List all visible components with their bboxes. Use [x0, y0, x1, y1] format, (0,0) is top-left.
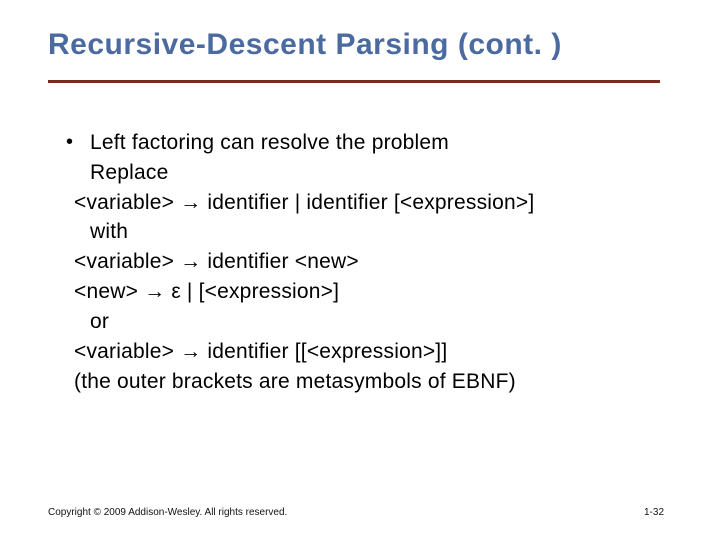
bullet-text: Left factoring can resolve the problem — [90, 131, 449, 154]
slide: { "title": "Recursive-Descent Parsing (c… — [0, 0, 720, 540]
bullet-item: Left factoring can resolve the problem — [66, 128, 660, 158]
line-replace: Replace — [66, 158, 660, 188]
line-rule3: <new> → ε | [<expression>] — [66, 277, 660, 307]
line-rule1: <variable> → identifier | identifier [<e… — [66, 188, 660, 218]
line-with: with — [66, 217, 660, 247]
line-rule4: <variable> → identifier [[<expression>]] — [66, 337, 660, 367]
title-underline — [48, 80, 660, 83]
slide-body: Left factoring can resolve the problem R… — [66, 128, 660, 396]
line-or: or — [66, 307, 660, 337]
page-number: 1-32 — [644, 507, 664, 518]
line-note: (the outer brackets are metasymbols of E… — [66, 367, 660, 397]
copyright-footer: Copyright © 2009 Addison-Wesley. All rig… — [48, 507, 287, 518]
slide-title: Recursive-Descent Parsing (cont. ) — [48, 28, 672, 62]
line-rule2: <variable> → identifier <new> — [66, 247, 660, 277]
